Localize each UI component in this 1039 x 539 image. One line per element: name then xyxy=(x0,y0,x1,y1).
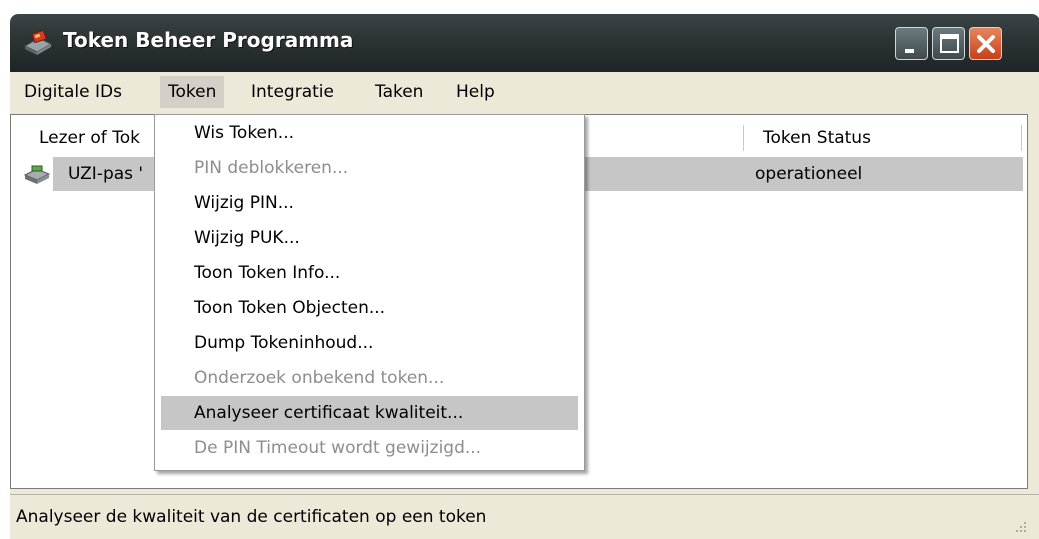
close-icon xyxy=(977,35,995,53)
menu-item-onderzoek-onbekend-token[interactable]: Onderzoek onbekend token... xyxy=(161,361,578,395)
token-dropdown-menu: Wis Token... PIN deblokkeren... Wijzig P… xyxy=(154,114,585,471)
row-token-status: operationeel xyxy=(755,164,863,184)
maximize-button[interactable] xyxy=(932,27,965,60)
row-token-name: UZI-pas ' xyxy=(68,164,144,184)
menu-item-wijzig-pin[interactable]: Wijzig PIN... xyxy=(161,186,578,220)
column-divider[interactable] xyxy=(743,125,744,151)
menu-bar: Digitale IDs Token Integratie Taken Help xyxy=(10,72,1039,114)
menu-item-pin-deblokkeren[interactable]: PIN deblokkeren... xyxy=(161,151,578,185)
column-divider[interactable] xyxy=(1021,125,1022,151)
minimize-icon xyxy=(905,49,914,53)
status-bar: Analyseer de kwaliteit van de certificat… xyxy=(10,494,1039,539)
menu-item-pin-timeout[interactable]: De PIN Timeout wordt gewijzigd... xyxy=(161,431,578,465)
menu-digitale-ids[interactable]: Digitale IDs xyxy=(16,76,130,108)
menu-item-toon-token-info[interactable]: Toon Token Info... xyxy=(161,256,578,290)
menu-item-analyseer-certificaat[interactable]: Analyseer certificaat kwaliteit... xyxy=(161,396,578,430)
menu-token[interactable]: Token xyxy=(160,76,225,108)
menu-item-wis-token[interactable]: Wis Token... xyxy=(161,116,578,150)
menu-taken[interactable]: Taken xyxy=(367,76,431,108)
card-reader-app-icon xyxy=(23,30,53,55)
card-reader-icon xyxy=(23,165,51,184)
column-header-reader[interactable]: Lezer of Tok xyxy=(39,121,140,155)
close-button[interactable] xyxy=(969,27,1002,60)
menu-help[interactable]: Help xyxy=(448,76,503,108)
menu-item-dump-tokeninhoud[interactable]: Dump Tokeninhoud... xyxy=(161,326,578,360)
status-text: Analyseer de kwaliteit van de certificat… xyxy=(16,507,487,527)
menu-integratie[interactable]: Integratie xyxy=(243,76,342,108)
window-title: Token Beheer Programma xyxy=(63,28,354,52)
menu-item-wijzig-puk[interactable]: Wijzig PUK... xyxy=(161,221,578,255)
maximize-icon xyxy=(940,34,959,53)
title-bar[interactable]: Token Beheer Programma xyxy=(10,14,1039,72)
menu-item-toon-token-objecten[interactable]: Toon Token Objecten... xyxy=(161,291,578,325)
resize-grip-icon[interactable] xyxy=(1012,518,1028,534)
column-header-status[interactable]: Token Status xyxy=(763,121,871,155)
minimize-button[interactable] xyxy=(895,27,928,60)
